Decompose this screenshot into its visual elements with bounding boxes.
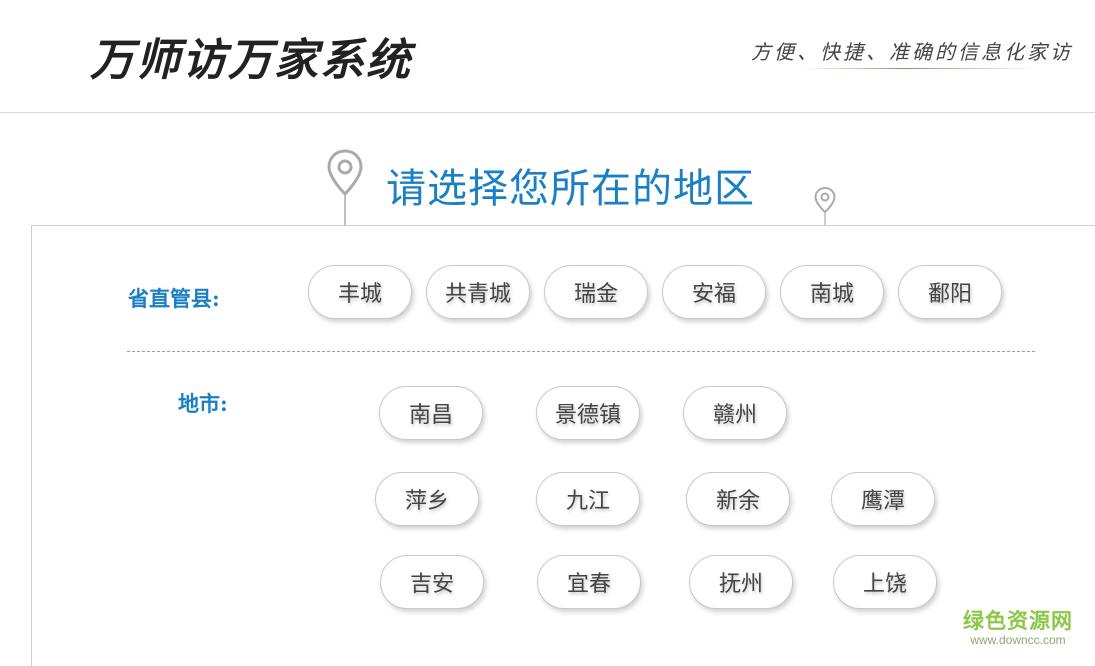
county-button-poyang[interactable]: 鄱阳 [898,265,1002,319]
slogan-underline [800,68,1036,69]
location-pin-icon [327,149,363,226]
city-button-shangrao[interactable]: 上饶 [833,555,937,609]
city-button-jingdezhen[interactable]: 景德镇 [536,386,640,440]
section-divider [127,351,1035,352]
city-button-jiujiang[interactable]: 九江 [536,472,640,526]
location-pin-icon [814,186,836,226]
city-button-pingxiang[interactable]: 萍乡 [375,472,479,526]
county-button-fengcheng[interactable]: 丰城 [308,265,412,319]
city-button-xinyu[interactable]: 新余 [686,472,790,526]
city-button-yingtan[interactable]: 鹰潭 [831,472,935,526]
city-button-ganzhou[interactable]: 赣州 [683,386,787,440]
counties-label: 省直管县: [128,286,220,311]
watermark-url: www.downcc.com [970,633,1066,647]
cities-label: 地市: [178,391,228,416]
city-button-jian[interactable]: 吉安 [380,555,484,609]
city-button-nanchang[interactable]: 南昌 [379,386,483,440]
county-button-nancheng[interactable]: 南城 [780,265,884,319]
city-button-yichun[interactable]: 宜春 [537,555,641,609]
slogan: 方便、快捷、准确的信息化家访 [751,40,1073,64]
header: 万师访万家系统 方便、快捷、准确的信息化家访 [0,0,1095,113]
county-button-anfu[interactable]: 安福 [662,265,766,319]
watermark: 绿色资源网 www.downcc.com [958,605,1078,647]
page-title: 请选择您所在的地区 [386,166,755,212]
county-button-gongqingcheng[interactable]: 共青城 [426,265,530,319]
county-button-ruijin[interactable]: 瑞金 [544,265,648,319]
city-button-fuzhou[interactable]: 抚州 [689,555,793,609]
watermark-name: 绿色资源网 [963,609,1073,633]
app-title: 万师访万家系统 [90,35,412,86]
